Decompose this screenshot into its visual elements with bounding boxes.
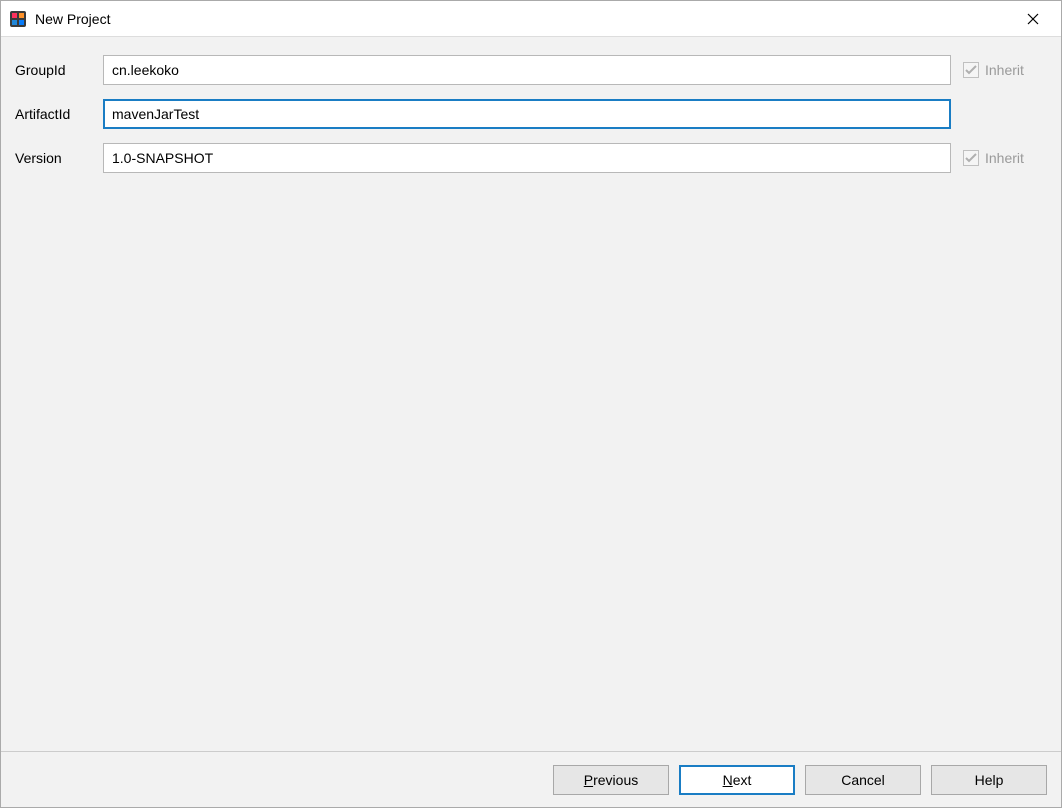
version-inherit: Inherit	[963, 150, 1047, 166]
check-icon	[965, 153, 977, 163]
groupid-inherit-checkbox	[963, 62, 979, 78]
groupid-inherit-label: Inherit	[985, 62, 1024, 78]
help-button[interactable]: Help	[931, 765, 1047, 795]
groupid-row: GroupId Inherit	[15, 55, 1047, 85]
window-title: New Project	[35, 11, 1013, 27]
artifactid-row: ArtifactId	[15, 99, 1047, 129]
close-icon	[1027, 13, 1039, 25]
form-content: GroupId Inherit ArtifactId Version Inher…	[1, 37, 1061, 751]
cancel-button[interactable]: Cancel	[805, 765, 921, 795]
next-button[interactable]: Next	[679, 765, 795, 795]
app-icon	[9, 10, 27, 28]
titlebar: New Project	[1, 1, 1061, 37]
version-row: Version Inherit	[15, 143, 1047, 173]
groupid-inherit: Inherit	[963, 62, 1047, 78]
groupid-input[interactable]	[103, 55, 951, 85]
version-input[interactable]	[103, 143, 951, 173]
close-button[interactable]	[1013, 1, 1053, 37]
button-bar: Previous Next Cancel Help	[1, 751, 1061, 807]
artifactid-input[interactable]	[103, 99, 951, 129]
artifactid-label: ArtifactId	[15, 106, 103, 122]
version-label: Version	[15, 150, 103, 166]
version-inherit-checkbox	[963, 150, 979, 166]
groupid-label: GroupId	[15, 62, 103, 78]
previous-button[interactable]: Previous	[553, 765, 669, 795]
version-inherit-label: Inherit	[985, 150, 1024, 166]
check-icon	[965, 65, 977, 75]
